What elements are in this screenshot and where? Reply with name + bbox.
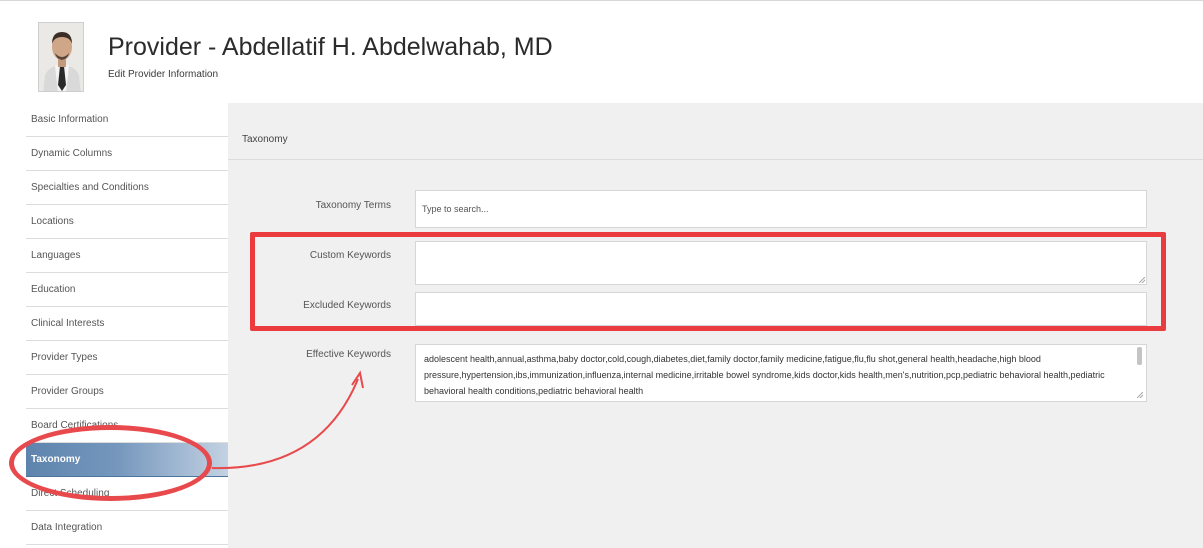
annotation-arrow-icon [211, 370, 364, 470]
page-frame: Provider - Abdellatif H. Abdelwahab, MD … [0, 0, 1203, 548]
